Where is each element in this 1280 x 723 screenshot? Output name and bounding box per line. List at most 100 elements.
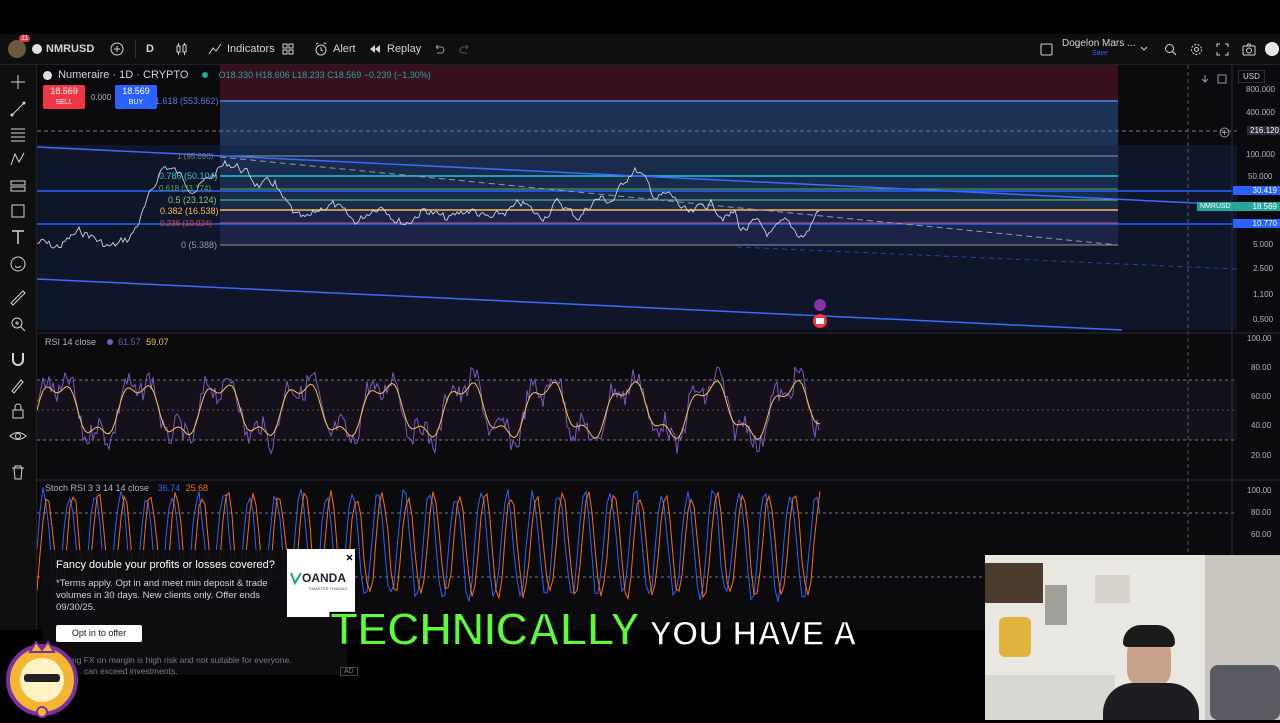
refresh-icon: [1217, 74, 1227, 84]
profile-button[interactable]: [1265, 34, 1279, 64]
oanda-tagline: SMARTER TRADING: [309, 586, 348, 591]
notification-badge[interactable]: 11: [19, 35, 31, 42]
sell-price: 18.569: [50, 86, 78, 96]
pattern-tool-icon[interactable]: [9, 150, 27, 168]
trash-icon[interactable]: [9, 463, 27, 481]
stoch-tick: 60.00: [1251, 530, 1272, 539]
chart-canvas[interactable]: [37, 65, 1280, 630]
stoch-legend[interactable]: Stoch RSI 3 3 14 14 close 36.74 25.68: [45, 483, 208, 493]
eye-icon[interactable]: [9, 427, 27, 445]
emoji-tool-icon[interactable]: [9, 255, 27, 273]
channel-logo: [2, 638, 82, 718]
rsi-legend[interactable]: RSI 14 close 61.57 59.07: [45, 337, 169, 347]
undo-icon: [435, 44, 445, 54]
ad-badge: AD: [340, 667, 358, 676]
support-price-label: 10.770: [1233, 219, 1280, 228]
rsi-value: 61.57: [118, 337, 141, 347]
chair: [1210, 665, 1280, 720]
rsi-settings-icon[interactable]: [106, 339, 113, 345]
snapshot-button[interactable]: [1242, 34, 1261, 64]
current-price-label: 18.569: [1233, 202, 1280, 211]
forecast-tool-icon[interactable]: [9, 177, 27, 195]
webcam-overlay: [985, 555, 1280, 720]
caption-highlight: TECHNICALLY: [329, 602, 641, 656]
rsi-tick: 60.00: [1251, 392, 1272, 401]
ad-disclaimer-line-2: can exceed investments.: [84, 666, 178, 676]
magnet-icon[interactable]: [9, 350, 27, 368]
stoch-tick: 80.00: [1251, 508, 1272, 517]
layout-dropdown[interactable]: [1139, 34, 1154, 64]
stoch-k-value: 36.74: [157, 483, 181, 493]
add-alert-icon[interactable]: [1219, 125, 1230, 143]
close-ad-button[interactable]: [344, 550, 355, 561]
chart-legend[interactable]: Numeraire · 1D · CRYPTO O18.330 H18.606 …: [43, 69, 431, 81]
ohlc-values: O18.330 H18.606 L18.233 C18.569 −0.239 (…: [218, 70, 431, 80]
replay-label: Replay: [387, 43, 422, 55]
search-icon: [1165, 43, 1177, 55]
candles-icon: [176, 43, 187, 55]
lock-icon[interactable]: [9, 402, 27, 420]
event-marker[interactable]: [814, 299, 826, 311]
crosshair-price-label: 216.120: [1247, 126, 1280, 135]
crosshair-icon[interactable]: [9, 73, 27, 91]
indicators-icon: [208, 43, 222, 55]
layout-name[interactable]: Dogelon Mars ... Save: [1062, 34, 1135, 64]
stay-drawing-icon[interactable]: [9, 376, 27, 394]
avatar: [1265, 42, 1279, 56]
price-tick: 100.000: [1246, 150, 1275, 159]
price-tick: 800.000: [1246, 85, 1275, 94]
layout-select-button[interactable]: [1040, 34, 1058, 64]
nmr-coin-icon: [32, 44, 42, 54]
fib-label-0236: 0.236 (10.024): [160, 219, 213, 228]
currency-select[interactable]: USD: [1238, 70, 1265, 83]
plus-circle-icon: [110, 42, 124, 56]
arrow-down-icon: [1201, 75, 1209, 83]
stoch-title: Stoch RSI 3 3 14 14 close: [45, 483, 150, 493]
symbol-search[interactable]: 11 NMRUSD: [8, 34, 94, 64]
redo-icon: [459, 44, 469, 54]
scroll-to-latest-button[interactable]: [1200, 71, 1210, 89]
rsi-title: RSI 14 close: [45, 337, 97, 347]
price-tick: 400.000: [1246, 108, 1275, 117]
fullscreen-icon: [1216, 43, 1229, 55]
rsi-tick: 40.00: [1251, 421, 1272, 430]
fib-label-0618: 0.618 (33.174): [159, 184, 212, 193]
desk: [985, 675, 1115, 720]
fib-label-1: 1 (95.690): [177, 152, 214, 161]
trend-line-icon[interactable]: [9, 100, 27, 118]
replay-button[interactable]: Replay: [368, 34, 421, 64]
undo-button[interactable]: [432, 34, 451, 64]
buy-label: BUY: [128, 99, 144, 106]
chart-area[interactable]: Numeraire · 1D · CRYPTO O18.330 H18.606 …: [37, 65, 1280, 630]
redo-button[interactable]: [458, 34, 477, 64]
auto-scale-button[interactable]: [1217, 71, 1227, 89]
price-tick: 50.000: [1248, 172, 1273, 181]
zoom-in-icon[interactable]: [9, 315, 27, 333]
wall-picture: [1045, 585, 1067, 625]
interval-button[interactable]: D: [146, 34, 154, 64]
fib-tool-icon[interactable]: [9, 125, 27, 143]
price-tick: 2.500: [1253, 264, 1274, 273]
shapes-tool-icon[interactable]: [9, 202, 27, 220]
crypto-mascot-icon: [6, 640, 78, 718]
indicators-button[interactable]: Indicators: [208, 34, 275, 64]
presenter-hair: [1123, 625, 1175, 647]
fib-label-1618: 1.618 (553.662): [155, 96, 219, 106]
symbol-title: Numeraire · 1D · CRYPTO: [58, 69, 189, 81]
gear-icon: [1191, 43, 1202, 55]
sell-button[interactable]: 18.569 SELL: [43, 85, 85, 109]
templates-button[interactable]: [282, 34, 299, 64]
compare-button[interactable]: [110, 34, 129, 64]
alert-button[interactable]: Alert: [314, 34, 356, 64]
quick-search-button[interactable]: [1164, 34, 1182, 64]
text-tool-icon[interactable]: [9, 228, 27, 246]
settings-button[interactable]: [1190, 34, 1208, 64]
oanda-wordmark: OANDA: [302, 571, 346, 585]
rsi-tick: 100.00: [1247, 334, 1272, 343]
chart-type-button[interactable]: [175, 34, 194, 64]
ruler-icon[interactable]: [9, 289, 27, 307]
oanda-mark-icon: [290, 572, 302, 585]
buy-button[interactable]: 18.569 BUY: [115, 85, 157, 109]
symbol-label: NMRUSD: [46, 43, 95, 55]
fullscreen-button[interactable]: [1216, 34, 1234, 64]
